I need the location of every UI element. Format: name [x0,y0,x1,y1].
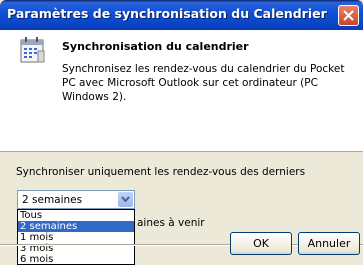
cancel-button[interactable]: Annuler [298,232,360,255]
sync-range-select[interactable]: 2 semaines [17,190,135,209]
select-value: 2 semaines [22,194,83,206]
dropdown-option-selected[interactable]: 2 semaines [18,221,134,232]
close-button[interactable] [338,5,359,26]
dropdown-arrow-button[interactable] [118,192,133,207]
ok-button[interactable]: OK [230,232,292,255]
header-description: Synchronisez les rendez-vous du calendri… [62,63,345,103]
dropdown-list[interactable]: Tous 2 semaines 1 mois 3 mois 6 mois [17,209,135,265]
dropdown-option[interactable]: Tous [18,210,134,221]
close-icon [343,10,354,21]
dropdown-option[interactable]: 1 mois [18,232,134,243]
calendar-icon [20,37,45,63]
window-title: Paramètres de synchronisation du Calendr… [7,6,327,21]
future-range-label: aines à venir [137,217,205,229]
title-bar[interactable]: Paramètres de synchronisation du Calendr… [0,0,363,30]
sync-range-label: Synchroniser uniquement les rendez-vous … [16,166,306,178]
header-title: Synchronisation du calendrier [62,40,249,53]
sync-settings-dialog: Paramètres de synchronisation du Calendr… [0,0,363,265]
dropdown-option[interactable]: 6 mois [18,254,134,264]
chevron-down-icon [121,196,130,203]
